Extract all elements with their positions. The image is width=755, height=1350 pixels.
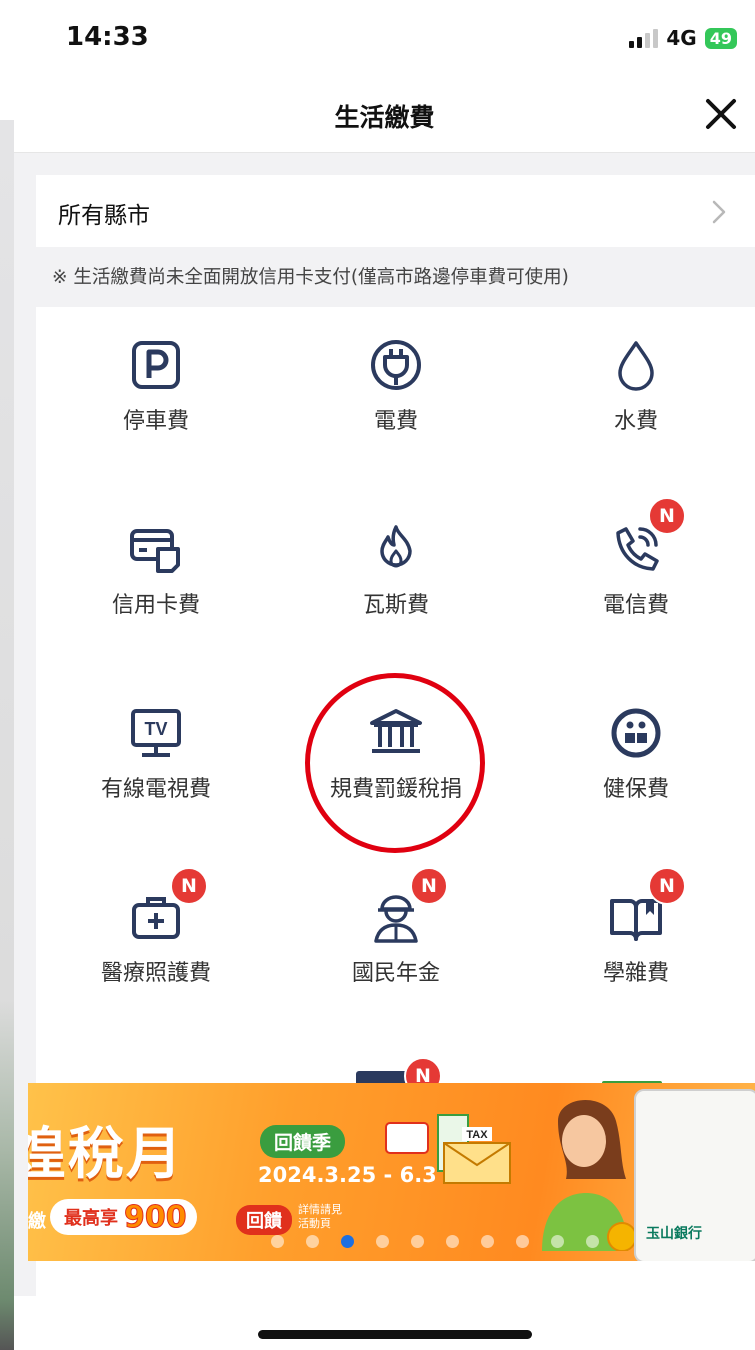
close-icon[interactable] <box>701 94 741 134</box>
electric-plug-icon <box>371 340 421 390</box>
carousel-dot[interactable] <box>306 1235 319 1248</box>
page-title: 生活繳費 <box>334 103 435 132</box>
tax-label: TAX <box>466 1129 488 1141</box>
parking-icon <box>132 341 180 389</box>
bank-name: 玉山銀行 <box>646 1226 702 1242</box>
carousel-dot[interactable] <box>341 1235 354 1248</box>
status-indicators: 4G 49 <box>629 26 737 50</box>
carousel-dot[interactable] <box>411 1235 424 1248</box>
banner-reward-pill: 最高享 900 <box>50 1199 197 1235</box>
new-badge: N <box>410 867 448 905</box>
chevron-right-icon <box>712 200 726 224</box>
banner-detail-line: 活動頁 <box>298 1217 331 1230</box>
carousel-dot[interactable] <box>551 1235 564 1248</box>
new-badge: N <box>648 497 686 535</box>
carousel-dot[interactable] <box>516 1235 529 1248</box>
city-selector[interactable]: 所有縣市 <box>36 175 755 247</box>
carousel-dot[interactable] <box>586 1235 599 1248</box>
category-cable-tv[interactable]: TV 有線電視費 <box>36 705 276 825</box>
network-type: 4G <box>666 26 697 50</box>
category-label: 電費 <box>373 409 418 434</box>
category-label: 水費 <box>613 409 658 434</box>
banner-tag: 回饋季 <box>260 1125 346 1158</box>
category-label: 國民年金 <box>351 961 440 986</box>
status-time: 14:33 <box>66 22 149 52</box>
carousel-dots[interactable] <box>271 1235 599 1248</box>
new-badge: N <box>648 867 686 905</box>
carousel-dot[interactable] <box>481 1235 494 1248</box>
svg-text:TV: TV <box>144 719 167 739</box>
category-label: 醫療照護費 <box>100 961 211 986</box>
city-label: 所有縣市 <box>58 203 150 229</box>
banner-max-label: 最高享 <box>64 1208 118 1229</box>
home-indicator-area <box>14 1296 755 1350</box>
category-label: 信用卡費 <box>111 593 200 618</box>
banner-amount: 900 <box>124 1199 188 1235</box>
category-gas[interactable]: 瓦斯費 <box>276 521 516 641</box>
credit-card-icon <box>130 529 180 573</box>
tv-icon: TV <box>131 709 181 757</box>
gas-flame-icon <box>380 525 412 568</box>
health-insurance-icon <box>611 708 661 758</box>
promo-banner[interactable]: 煌稅月 回饋季 2024.3.25 - 6.3 繳 最高享 900 回饋 詳情請… <box>28 1083 755 1261</box>
category-parking[interactable]: 停車費 <box>36 337 276 457</box>
woman-illustration <box>542 1099 637 1251</box>
banner-prefix: 繳 <box>28 1211 46 1232</box>
category-credit-card[interactable]: 信用卡費 <box>36 521 276 641</box>
category-label: 瓦斯費 <box>362 593 429 618</box>
category-label: 健保費 <box>602 777 669 802</box>
new-badge: N <box>170 867 208 905</box>
annotation-circle <box>305 673 485 853</box>
category-label: 有線電視費 <box>100 777 211 802</box>
banner-detail-line: 詳情請見 <box>298 1203 342 1216</box>
carousel-dot[interactable] <box>446 1235 459 1248</box>
nav-header: 生活繳費 <box>14 80 755 153</box>
carousel-dot[interactable] <box>376 1235 389 1248</box>
category-label: 電信費 <box>602 593 669 618</box>
category-medical-care[interactable]: N 醫療照護費 <box>36 867 276 1009</box>
category-label: 停車費 <box>122 409 189 434</box>
tax-envelope-icon: TAX <box>385 1114 511 1184</box>
category-label: 學雜費 <box>602 961 669 986</box>
banner-title: 煌稅月 <box>28 1121 184 1187</box>
category-national-pension[interactable]: N 國民年金 <box>276 867 516 1009</box>
banner-reward-label: 回饋 <box>236 1205 292 1235</box>
bank-card: 玉山銀行 <box>634 1089 755 1261</box>
signal-icon <box>629 28 659 48</box>
payment-notice: ※ 生活繳費尚未全面開放信用卡支付(僅高市路邊停車費可使用) <box>52 267 569 288</box>
home-indicator[interactable] <box>258 1330 532 1339</box>
category-water[interactable]: 水費 <box>516 337 755 457</box>
water-drop-icon <box>618 341 654 391</box>
status-bar: 14:33 4G 49 <box>14 0 755 80</box>
category-tuition[interactable]: N 學雜費 <box>516 867 755 1009</box>
category-electricity[interactable]: 電費 <box>276 337 516 457</box>
category-health-insurance[interactable]: 健保費 <box>516 705 755 825</box>
carousel-dot[interactable] <box>271 1235 284 1248</box>
banner-detail: 詳情請見 活動頁 <box>298 1203 342 1231</box>
screen-edge <box>0 0 14 1350</box>
battery-icon: 49 <box>704 27 737 49</box>
category-telecom[interactable]: N 電信費 <box>516 497 755 641</box>
